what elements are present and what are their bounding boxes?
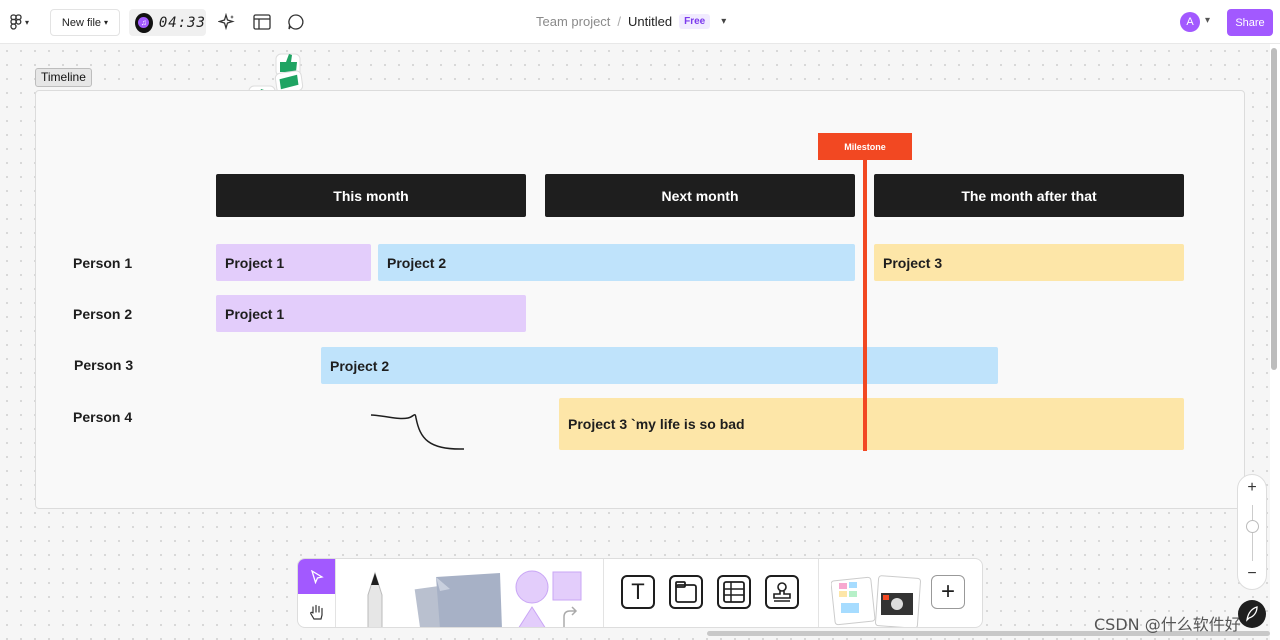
chevron-down-icon: ▾ <box>104 18 109 27</box>
project-bar[interactable]: Project 1 <box>216 244 371 281</box>
project-bar[interactable]: Project 2 <box>321 347 998 384</box>
person-label[interactable]: Person 4 <box>73 409 132 425</box>
project-bar[interactable]: Project 2 <box>378 244 855 281</box>
layout-button[interactable] <box>252 12 272 32</box>
table-tool[interactable] <box>717 575 751 609</box>
marker-tool[interactable] <box>358 571 392 628</box>
timer-widget[interactable]: ♫ 04:33 <box>129 9 206 36</box>
avatar[interactable]: A <box>1180 12 1200 32</box>
freehand-stroke[interactable] <box>368 408 468 454</box>
plan-badge[interactable]: Free <box>679 14 711 29</box>
select-tool[interactable] <box>298 559 335 594</box>
project-bar[interactable]: Project 3 <box>874 244 1184 281</box>
cursor-icon <box>310 569 324 584</box>
layout-icon <box>253 14 271 30</box>
feather-icon <box>1246 606 1258 622</box>
new-file-button[interactable]: New file ▾ <box>50 9 120 36</box>
vertical-scrollbar[interactable] <box>1271 48 1277 370</box>
section-tool[interactable] <box>669 575 703 609</box>
text-tool[interactable]: T <box>621 575 655 609</box>
section-icon <box>675 581 697 603</box>
main-menu-button[interactable]: ▾ <box>10 12 38 32</box>
chevron-down-icon[interactable]: ▾ <box>721 16 726 27</box>
header-this-month[interactable]: This month <box>216 174 526 217</box>
project-bar[interactable]: Project 3 `my life is so bad <box>559 398 1184 450</box>
project-bar[interactable]: Project 1 <box>216 295 526 332</box>
top-bar: ▾ New file ▾ ♫ 04:33 Team project / Unti… <box>0 0 1280 44</box>
templates-tool[interactable] <box>831 573 925 628</box>
hand-tool[interactable] <box>298 594 335 627</box>
milestone-line[interactable] <box>863 160 867 451</box>
timer-value: 04:33 <box>158 14 206 31</box>
text-icon: T <box>631 579 645 604</box>
zoom-control: + − <box>1237 474 1267 590</box>
music-disc-icon: ♫ <box>135 12 153 33</box>
hand-icon <box>309 604 323 620</box>
comment-icon <box>288 14 304 30</box>
share-button[interactable]: Share <box>1227 9 1273 36</box>
new-file-label: New file <box>61 16 102 29</box>
creation-toolbar: T + <box>297 558 983 628</box>
sparkle-ai-icon <box>218 13 235 31</box>
stamp-tool[interactable] <box>765 575 799 609</box>
breadcrumb-separator: / <box>617 14 622 29</box>
help-button[interactable] <box>1238 600 1266 628</box>
zoom-slider-handle[interactable] <box>1246 520 1259 533</box>
table-icon <box>723 581 745 603</box>
breadcrumb: Team project / Untitled Free ▾ <box>536 14 726 29</box>
breadcrumb-team[interactable]: Team project <box>536 14 610 29</box>
file-title[interactable]: Untitled <box>628 14 672 29</box>
zoom-track[interactable] <box>1252 505 1253 561</box>
person-label[interactable]: Person 1 <box>73 255 132 271</box>
sticky-note-tool[interactable] <box>410 571 508 628</box>
figjam-logo-icon <box>10 14 22 30</box>
ai-actions-button[interactable] <box>217 12 237 32</box>
section-label[interactable]: Timeline <box>35 68 92 87</box>
plus-icon: + <box>940 578 955 605</box>
zoom-in-button[interactable]: + <box>1238 479 1266 497</box>
comments-button[interactable] <box>286 12 306 32</box>
person-label[interactable]: Person 2 <box>73 306 132 322</box>
shape-tool[interactable] <box>512 567 584 628</box>
watermark: CSDN @什么软件好 <box>1094 615 1241 634</box>
header-next-month[interactable]: Next month <box>545 174 855 217</box>
zoom-out-button[interactable]: − <box>1238 565 1266 583</box>
header-month-after[interactable]: The month after that <box>874 174 1184 217</box>
chevron-down-icon[interactable]: ▾ <box>1205 15 1210 26</box>
more-tool[interactable]: + <box>931 575 965 609</box>
person-label[interactable]: Person 3 <box>74 357 133 373</box>
chevron-down-icon: ▾ <box>25 17 30 27</box>
milestone-label[interactable]: Milestone <box>818 133 912 160</box>
stamp-icon <box>773 582 791 602</box>
